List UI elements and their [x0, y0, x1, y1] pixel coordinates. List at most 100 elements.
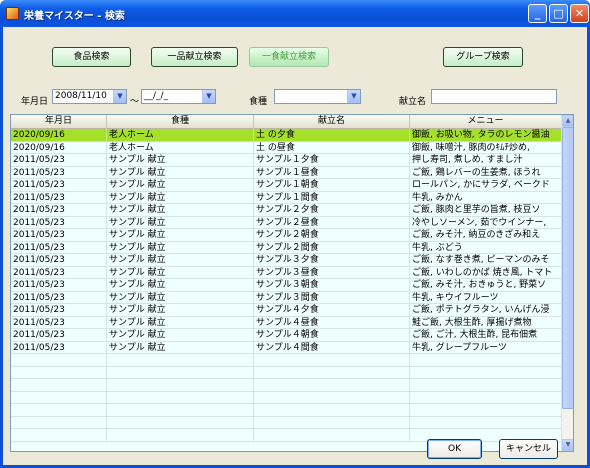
cell-date: 2011/05/23 — [11, 329, 107, 342]
menu-name-input[interactable] — [431, 89, 557, 104]
search-window: 栄養マイスター - 検索 _ □ ✕ 食品検索 一品献立検索 一食献立検索 グル… — [0, 0, 590, 468]
column-header-menu[interactable]: メニュー — [410, 115, 562, 129]
table-row[interactable]: 2011/05/23 サンプル 献立 サンプル３昼食 ご飯, いわしのかば 焼き風, … — [11, 266, 562, 279]
table-row[interactable]: 2011/05/23 サンプル 献立 サンプル１間食 牛乳, みかん — [11, 191, 562, 204]
cell-date: 2011/05/23 — [11, 179, 107, 192]
cell-meal-type: サンプル 献立 — [107, 304, 254, 317]
cell-meal-type — [107, 391, 254, 404]
cell-menu: ご飯, 鶏レバーの生姜煮, ほうれ — [410, 166, 562, 179]
title-bar[interactable]: 栄養マイスター - 検索 _ □ ✕ — [0, 0, 590, 27]
cell-menu — [410, 404, 562, 417]
client-area: 食品検索 一品献立検索 一食献立検索 グループ検索 年月日 2008/11/10… — [3, 27, 587, 465]
scroll-thumb[interactable] — [562, 127, 573, 409]
cell-menu-name: サンプル１昼食 — [254, 166, 410, 179]
empty-row[interactable] — [11, 354, 562, 367]
empty-row[interactable] — [11, 391, 562, 404]
cell-menu-name — [254, 429, 410, 442]
cell-meal-type: サンプル 献立 — [107, 329, 254, 342]
cell-menu-name — [254, 354, 410, 367]
cell-menu-name: サンプル１夕食 — [254, 154, 410, 167]
cell-meal-type: 老人ホーム — [107, 141, 254, 154]
date-to-picker[interactable]: __/_/_ ▼ — [141, 89, 216, 104]
cell-date — [11, 429, 107, 442]
menu-name-label: 献立名 — [399, 97, 427, 107]
grid-rows: 2020/09/16 老人ホーム土 の夕食 御飯, お吸い物, タラのレモン醤油 20… — [11, 129, 562, 451]
cell-menu: ご飯, ポテトグラタン, いんげん浸 — [410, 304, 562, 317]
cell-menu: ご飯, ご汁, 大根生酢, 昆布佃煮 — [410, 329, 562, 342]
scroll-down-icon[interactable]: ▼ — [562, 439, 573, 451]
table-row[interactable]: 2011/05/23 サンプル 献立 サンプル３朝食 ご飯, みそ汁, おきゅうと, … — [11, 279, 562, 292]
table-row[interactable]: 2011/05/23 サンプル 献立 サンプル２間食 牛乳, ぶどう — [11, 241, 562, 254]
cell-menu-name: サンプル３夕食 — [254, 254, 410, 267]
cell-date: 2011/05/23 — [11, 204, 107, 217]
chevron-down-icon[interactable]: ▼ — [347, 90, 360, 103]
chevron-down-icon[interactable]: ▼ — [113, 90, 126, 103]
date-from-picker[interactable]: 2008/11/10 ▼ — [52, 89, 127, 104]
cell-date: 2020/09/16 — [11, 129, 107, 142]
cell-meal-type: サンプル 献立 — [107, 341, 254, 354]
cell-menu-name — [254, 366, 410, 379]
chevron-down-icon[interactable]: ▼ — [202, 90, 215, 103]
cell-menu-name: サンプル２夕食 — [254, 204, 410, 217]
table-row[interactable]: 2011/05/23 サンプル 献立 サンプル４昼食 鮭ご飯, 大根生酢, 厚揚げ煮物 — [11, 316, 562, 329]
cancel-button[interactable]: キャンセル — [499, 439, 558, 459]
table-row[interactable]: 2011/05/23 サンプル 献立 サンプル３間食 牛乳, キウイフルーツ — [11, 291, 562, 304]
cell-menu-name — [254, 416, 410, 429]
app-icon — [6, 7, 19, 20]
results-grid[interactable]: 年月日 食種 献立名 メニュー 2020/09/16 老人ホーム土 の夕食 御飯, … — [10, 114, 574, 452]
cell-menu: ご飯, なす巻き煮, ピーマンのみそ — [410, 254, 562, 267]
meal-type-select[interactable]: ▼ — [274, 89, 361, 104]
date-range-separator: ～ — [130, 97, 140, 107]
meal-search-button[interactable]: 一食献立検索 — [249, 47, 329, 67]
date-from-value: 2008/11/10 — [55, 91, 107, 101]
empty-row[interactable] — [11, 416, 562, 429]
column-header-meal-type[interactable]: 食種 — [107, 115, 254, 129]
cell-menu-name: サンプル４間食 — [254, 341, 410, 354]
cell-meal-type: サンプル 献立 — [107, 254, 254, 267]
cell-date — [11, 379, 107, 392]
table-row[interactable]: 2011/05/23 サンプル 献立 サンプル１朝食 ロールパン, かにサラダ, ベー… — [11, 179, 562, 192]
table-row[interactable]: 2011/05/23 サンプル 献立 サンプル１昼食 ご飯, 鶏レバーの生姜煮, ほう… — [11, 166, 562, 179]
table-row[interactable]: 2011/05/23 サンプル 献立 サンプル１夕食 押し寿司, 煮しめ, すまし汁 — [11, 154, 562, 167]
cell-meal-type — [107, 379, 254, 392]
table-row[interactable]: 2020/09/16 老人ホーム土 の昼食 御飯, 味噌汁, 豚肉のｷﾑﾁ炒め, — [11, 141, 562, 154]
scroll-up-icon[interactable]: ▲ — [562, 115, 573, 127]
table-row[interactable]: 2011/05/23 サンプル 献立 サンプル３夕食 ご飯, なす巻き煮, ピーマンの… — [11, 254, 562, 267]
table-row[interactable]: 2011/05/23 サンプル 献立 サンプル４間食 牛乳, グレープフルーツ — [11, 341, 562, 354]
column-header-menu-name[interactable]: 献立名 — [254, 115, 410, 129]
minimize-button[interactable]: _ — [528, 4, 547, 23]
table-row[interactable]: 2011/05/23 サンプル 献立 サンプル４朝食 ご飯, ご汁, 大根生酢, 昆布… — [11, 329, 562, 342]
cell-date: 2011/05/23 — [11, 254, 107, 267]
maximize-button[interactable]: □ — [549, 4, 568, 23]
grid-header: 年月日 食種 献立名 メニュー — [11, 115, 562, 129]
food-search-button[interactable]: 食品検索 — [52, 47, 131, 67]
cell-meal-type: 老人ホーム — [107, 129, 254, 142]
column-header-date[interactable]: 年月日 — [11, 115, 107, 129]
cell-date — [11, 366, 107, 379]
cell-date — [11, 416, 107, 429]
cell-menu — [410, 379, 562, 392]
group-search-button[interactable]: グループ検索 — [443, 47, 523, 67]
cell-date: 2011/05/23 — [11, 191, 107, 204]
table-row[interactable]: 2011/05/23 サンプル 献立 サンプル２昼食 冷やしソーメン, 茹でウインナー… — [11, 216, 562, 229]
table-row[interactable]: 2011/05/23 サンプル 献立 サンプル２朝食 ご飯, みそ汁, 納豆のきざみ和… — [11, 229, 562, 242]
cell-menu-name: 土 の夕食 — [254, 129, 410, 142]
close-button[interactable]: ✕ — [570, 4, 589, 23]
empty-row[interactable] — [11, 404, 562, 417]
empty-row[interactable] — [11, 379, 562, 392]
cell-meal-type: サンプル 献立 — [107, 241, 254, 254]
date-to-value: __/_/_ — [144, 91, 169, 101]
cell-date: 2011/05/23 — [11, 341, 107, 354]
table-row[interactable]: 2020/09/16 老人ホーム土 の夕食 御飯, お吸い物, タラのレモン醤油 — [11, 129, 562, 142]
table-row[interactable]: 2011/05/23 サンプル 献立 サンプル４夕食 ご飯, ポテトグラタン, いんげ… — [11, 304, 562, 317]
cell-menu-name: サンプル３昼食 — [254, 266, 410, 279]
dish-search-button[interactable]: 一品献立検索 — [151, 47, 238, 67]
empty-row[interactable] — [11, 366, 562, 379]
cell-meal-type — [107, 404, 254, 417]
table-row[interactable]: 2011/05/23 サンプル 献立 サンプル２夕食 ご飯, 豚肉と里芋の旨煮, 枝豆… — [11, 204, 562, 217]
cell-date: 2011/05/23 — [11, 229, 107, 242]
vertical-scrollbar[interactable]: ▲ ▼ — [561, 115, 573, 451]
cell-date: 2011/05/23 — [11, 266, 107, 279]
ok-button[interactable]: OK — [427, 439, 482, 459]
cell-meal-type: サンプル 献立 — [107, 266, 254, 279]
